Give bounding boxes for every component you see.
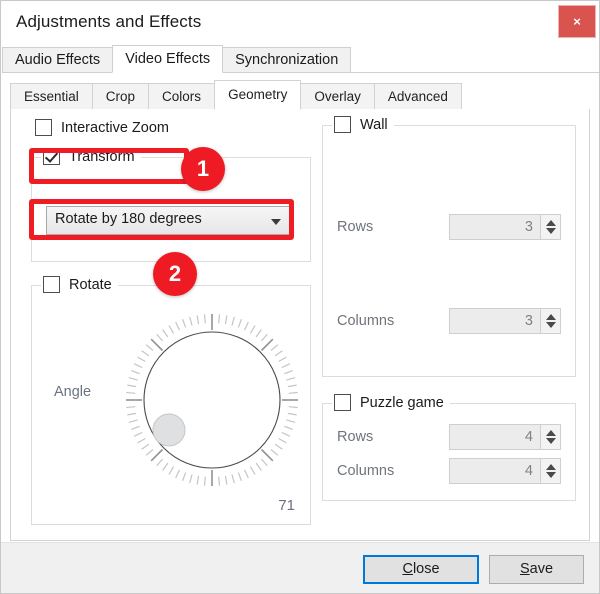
save-button-accel: S xyxy=(519,561,530,577)
puzzle-columns-value: 4 xyxy=(524,463,533,479)
puzzle-columns-stepper-buttons[interactable] xyxy=(540,459,560,483)
puzzle-game-label: Puzzle game xyxy=(360,394,444,411)
angle-label: Angle xyxy=(54,384,92,400)
tab-colors[interactable]: Colors xyxy=(148,83,216,110)
transform-group: Transform Rotate by 180 degrees xyxy=(31,148,311,262)
tab-audio-effects[interactable]: Audio Effects xyxy=(2,47,114,73)
wall-columns-stepper[interactable]: 3 xyxy=(449,308,561,334)
caret-up-icon[interactable] xyxy=(545,314,556,320)
rotate-label: Rotate xyxy=(69,276,112,293)
adjustments-and-effects-window: Adjustments and Effects × Audio Effects … xyxy=(0,0,600,594)
wall-columns-stepper-buttons[interactable] xyxy=(540,309,560,333)
caret-down-icon[interactable] xyxy=(545,322,556,328)
interactive-zoom-label: Interactive Zoom xyxy=(61,119,169,136)
geometry-left-column: Interactive Zoom Transform Rotate by 180… xyxy=(21,115,311,532)
wall-columns-value: 3 xyxy=(524,313,533,329)
geometry-content: Interactive Zoom Transform Rotate by 180… xyxy=(10,109,590,541)
transform-label: Transform xyxy=(69,148,135,165)
chevron-down-icon[interactable] xyxy=(271,219,281,225)
angle-dial-svg[interactable] xyxy=(122,308,302,488)
transform-checkbox[interactable] xyxy=(43,148,60,165)
wall-columns-row: Columns 3 xyxy=(337,308,561,334)
caret-down-icon[interactable] xyxy=(545,472,556,478)
wall-rows-stepper[interactable]: 3 xyxy=(449,214,561,240)
page-title: Adjustments and Effects xyxy=(16,12,202,31)
rotate-checkbox[interactable] xyxy=(43,276,60,293)
puzzle-columns-row: Columns 4 xyxy=(337,458,561,484)
video-effects-panel: Essential Crop Colors Geometry Overlay A… xyxy=(1,73,599,593)
close-button-label: lose xyxy=(412,561,440,577)
caret-down-icon[interactable] xyxy=(545,438,556,444)
interactive-zoom-checkbox-row[interactable]: Interactive Zoom xyxy=(35,119,169,136)
annotation-badge-2: 2 xyxy=(153,252,197,296)
tab-geometry[interactable]: Geometry xyxy=(214,80,302,110)
puzzle-game-group: Puzzle game Rows 4 Columns 4 xyxy=(322,394,576,501)
wall-rows-stepper-buttons[interactable] xyxy=(540,215,560,239)
tab-video-effects[interactable]: Video Effects xyxy=(112,45,224,73)
close-icon[interactable]: × xyxy=(558,5,596,38)
caret-down-icon[interactable] xyxy=(545,228,556,234)
puzzle-rows-value: 4 xyxy=(524,429,533,445)
angle-value: 71 xyxy=(278,497,295,514)
interactive-zoom-checkbox[interactable] xyxy=(35,119,52,136)
close-button-accel: C xyxy=(402,561,413,577)
tab-crop[interactable]: Crop xyxy=(91,83,150,110)
save-button[interactable]: Save xyxy=(489,555,584,584)
tab-essential[interactable]: Essential xyxy=(10,83,93,110)
tab-advanced[interactable]: Advanced xyxy=(373,83,462,110)
puzzle-rows-label: Rows xyxy=(337,429,374,445)
puzzle-rows-stepper[interactable]: 4 xyxy=(449,424,561,450)
tab-overlay[interactable]: Overlay xyxy=(300,83,375,110)
wall-group: Wall Rows 3 Columns 3 xyxy=(322,116,576,377)
wall-checkbox-row[interactable]: Wall xyxy=(332,116,394,133)
dial-ring xyxy=(143,331,281,469)
transform-mode-value: Rotate by 180 degrees xyxy=(55,211,202,227)
puzzle-game-checkbox[interactable] xyxy=(334,394,351,411)
dial-knob[interactable] xyxy=(152,413,186,447)
wall-rows-label: Rows xyxy=(337,219,374,235)
puzzle-columns-label: Columns xyxy=(337,463,395,479)
wall-rows-row: Rows 3 xyxy=(337,214,561,240)
caret-up-icon[interactable] xyxy=(545,464,556,470)
puzzle-columns-stepper[interactable]: 4 xyxy=(449,458,561,484)
dialog-footer: Close Save xyxy=(1,542,599,593)
close-button[interactable]: Close xyxy=(363,555,479,584)
wall-label: Wall xyxy=(360,116,388,133)
geometry-right-column: Wall Rows 3 Columns 3 Puzzle game Rows 4… xyxy=(316,115,581,532)
wall-checkbox[interactable] xyxy=(334,116,351,133)
annotation-badge-1: 1 xyxy=(181,147,225,191)
main-tab-bar: Audio Effects Video Effects Synchronizat… xyxy=(2,45,599,73)
wall-rows-value: 3 xyxy=(524,219,533,235)
puzzle-checkbox-row[interactable]: Puzzle game xyxy=(332,394,450,411)
transform-checkbox-row[interactable]: Transform xyxy=(41,148,141,165)
title-bar: Adjustments and Effects × xyxy=(1,1,599,45)
save-button-label: ave xyxy=(529,561,554,577)
sub-tab-bar: Essential Crop Colors Geometry Overlay A… xyxy=(10,80,590,110)
puzzle-rows-row: Rows 4 xyxy=(337,424,561,450)
rotate-group: Rotate Angle 71 xyxy=(31,276,311,525)
angle-dial[interactable] xyxy=(122,308,302,488)
caret-up-icon[interactable] xyxy=(545,220,556,226)
rotate-checkbox-row[interactable]: Rotate xyxy=(41,276,118,293)
wall-columns-label: Columns xyxy=(337,313,395,329)
puzzle-rows-stepper-buttons[interactable] xyxy=(540,425,560,449)
caret-up-icon[interactable] xyxy=(545,430,556,436)
transform-mode-select[interactable]: Rotate by 180 degrees xyxy=(46,206,291,235)
tab-synchronization[interactable]: Synchronization xyxy=(222,47,352,73)
